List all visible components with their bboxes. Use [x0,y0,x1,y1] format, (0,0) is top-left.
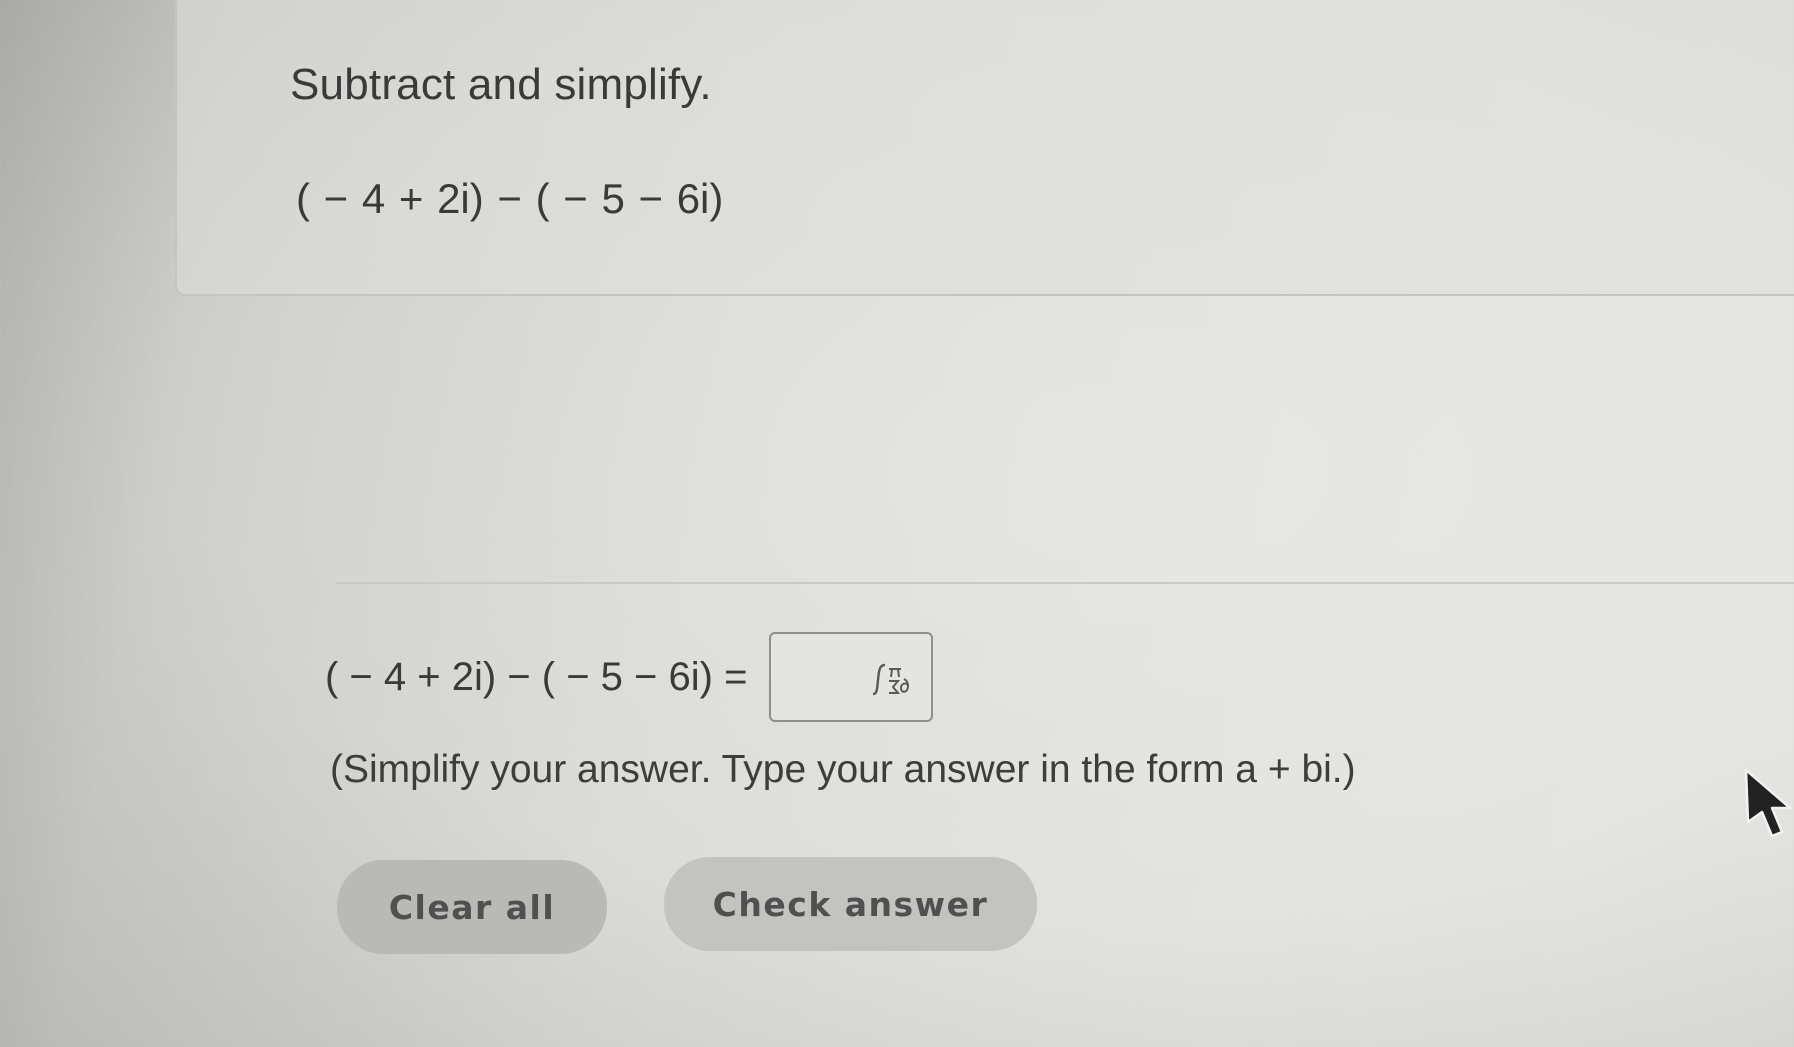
question-title: Subtract and simplify. [290,60,712,109]
section-divider [335,582,1794,584]
clear-all-button[interactable]: Clear all [337,860,607,954]
answer-input[interactable] [769,632,934,722]
mouse-pointer-icon [1744,768,1792,838]
math-palette-icon[interactable] [867,662,911,698]
clear-all-label: Clear all [388,887,556,927]
check-answer-label: Check answer [712,884,989,924]
answer-row: ( − 4 + 2i) − ( − 5 − 6i) = [325,630,934,724]
check-answer-button[interactable]: Check answer [664,857,1037,951]
question-card [175,0,1794,296]
question-expression: ( − 4 + 2i) − ( − 5 − 6i) [296,175,724,222]
answer-instruction: (Simplify your answer. Type your answer … [330,748,1356,791]
answer-expression: ( − 4 + 2i) − ( − 5 − 6i) = [325,654,748,699]
